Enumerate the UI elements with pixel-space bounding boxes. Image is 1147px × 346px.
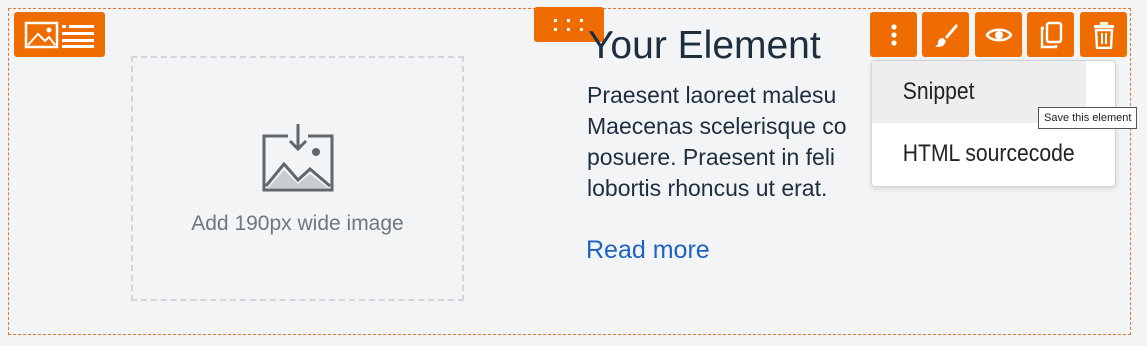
image-download-icon bbox=[262, 123, 333, 191]
more-options-button[interactable] bbox=[870, 12, 917, 57]
tooltip: Save this element bbox=[1038, 107, 1138, 129]
read-more-link[interactable]: Read more bbox=[586, 236, 710, 265]
image-text-layout-icon bbox=[24, 21, 94, 48]
element-title: Your Element bbox=[588, 24, 821, 67]
eye-icon bbox=[985, 27, 1012, 42]
paintbrush-icon bbox=[934, 23, 958, 47]
more-vertical-icon bbox=[890, 23, 897, 46]
image-placeholder[interactable]: Add 190px wide image bbox=[131, 56, 464, 301]
trash-icon bbox=[1093, 21, 1114, 49]
menu-item-html-sourcecode[interactable]: HTML sourcecode bbox=[872, 123, 1086, 185]
duplicate-button[interactable] bbox=[1027, 12, 1074, 57]
body-line: Maecenas scelerisque co bbox=[587, 113, 847, 139]
drag-handle-icon bbox=[554, 18, 583, 31]
body-line: lobortis rhoncus ut erat. bbox=[587, 175, 828, 201]
copy-icon bbox=[1040, 21, 1062, 48]
style-button[interactable] bbox=[922, 12, 969, 57]
image-placeholder-label: Add 190px wide image bbox=[191, 211, 404, 235]
preview-button[interactable] bbox=[975, 12, 1022, 57]
element-body: Praesent laoreet malesu Maecenas sceleri… bbox=[587, 80, 887, 204]
body-line: posuere. Praesent in feli bbox=[587, 144, 836, 170]
body-line: Praesent laoreet malesu bbox=[587, 82, 837, 108]
delete-button[interactable] bbox=[1080, 12, 1127, 57]
layout-button[interactable] bbox=[14, 12, 105, 57]
